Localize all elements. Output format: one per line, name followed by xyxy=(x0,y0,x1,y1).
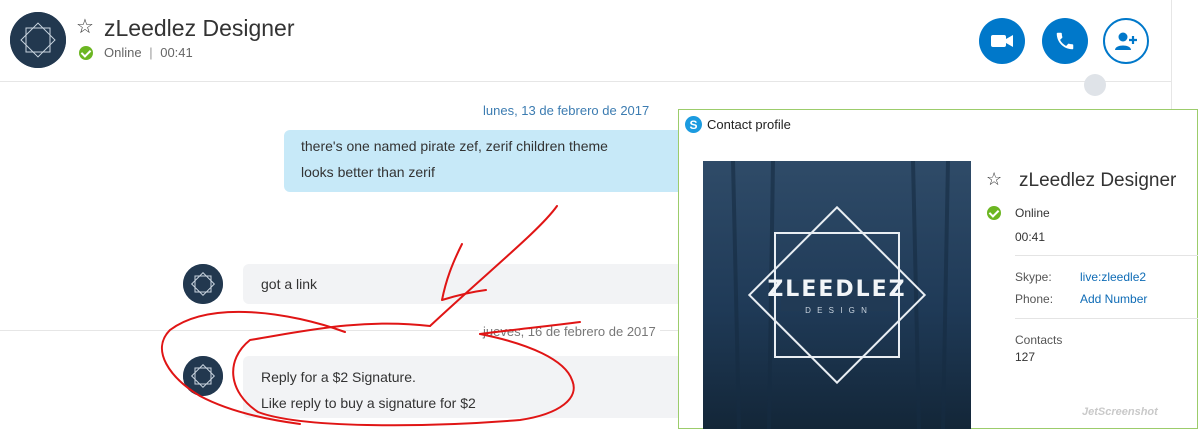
online-status-icon xyxy=(79,46,93,60)
profile-logo-subtext: D E S I G N xyxy=(805,306,869,315)
contacts-count: 127 xyxy=(1015,350,1036,364)
profile-name: zLeedlez Designer xyxy=(1019,170,1177,191)
separator xyxy=(1015,255,1198,256)
profile-logo-text: ZLEEDLEZ xyxy=(767,277,907,302)
favorite-star-icon[interactable]: ☆ xyxy=(986,170,1002,188)
skype-logo-icon: S xyxy=(685,116,702,133)
date-separator: lunes, 13 de febrero de 2017 xyxy=(483,103,650,118)
video-call-button[interactable] xyxy=(979,18,1025,64)
online-status-icon xyxy=(987,206,1001,220)
skype-id-link[interactable]: live:zleedle2 xyxy=(1080,270,1146,284)
skype-label: Skype: xyxy=(1015,270,1052,284)
globe-icon xyxy=(1084,74,1106,96)
sender-avatar[interactable] xyxy=(183,356,223,396)
contact-avatar[interactable] xyxy=(10,12,66,68)
profile-status: Online xyxy=(1015,206,1050,220)
add-number-link[interactable]: Add Number xyxy=(1080,292,1147,306)
profile-call-time: 00:41 xyxy=(1015,230,1046,244)
profile-picture: ZLEEDLEZ D E S I G N xyxy=(703,161,971,429)
contacts-label: Contacts xyxy=(1015,333,1063,347)
favorite-star-icon[interactable]: ☆ xyxy=(76,17,94,37)
audio-call-icon xyxy=(1056,32,1074,50)
status-text: Online xyxy=(104,45,142,60)
profile-titlebar[interactable]: S Contact profile xyxy=(679,110,1197,138)
video-call-icon xyxy=(991,35,1013,47)
watermark: JetScreenshot xyxy=(1082,406,1158,418)
audio-call-button[interactable] xyxy=(1042,18,1088,64)
conversation-header: ☆ zLeedlez Designer Online | 00:41 xyxy=(0,0,1172,82)
date-separator: jueves, 16 de febrero de 2017 xyxy=(479,324,660,339)
contact-name: zLeedlez Designer xyxy=(104,15,295,41)
contact-profile-window[interactable]: S Contact profile ZLEEDLEZ D E S I G N ☆… xyxy=(678,109,1198,429)
phone-label: Phone: xyxy=(1015,292,1054,306)
status-separator: | xyxy=(149,45,153,60)
add-people-icon xyxy=(1115,32,1137,50)
message-text: there's one named pirate zef, zerif chil… xyxy=(301,138,608,154)
add-people-button[interactable] xyxy=(1103,18,1149,64)
profile-window-title: Contact profile xyxy=(707,117,791,132)
sender-avatar[interactable] xyxy=(183,264,223,304)
message-text: Reply for a $2 Signature. xyxy=(261,369,416,385)
message-text: got a link xyxy=(261,276,318,292)
panel-edge xyxy=(1171,0,1172,110)
call-timer: 00:41 xyxy=(160,45,193,60)
message-text: looks better than zerif xyxy=(301,164,435,180)
separator xyxy=(1015,318,1198,319)
status-line: Online | 00:41 xyxy=(104,45,193,60)
message-text: Like reply to buy a signature for $2 xyxy=(261,395,476,411)
